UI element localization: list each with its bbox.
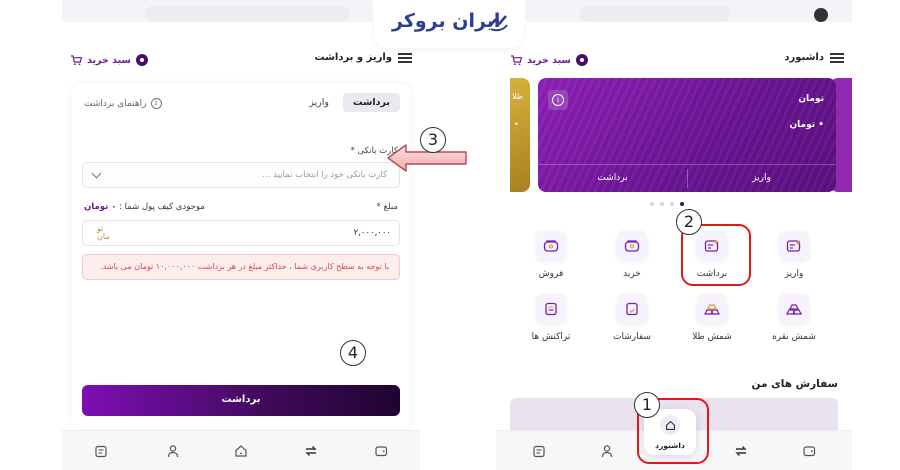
callout-step-4: 4 bbox=[340, 340, 366, 366]
cart-label: سبد خرید bbox=[87, 54, 131, 66]
grid-item-deposit[interactable]: واریز bbox=[769, 231, 819, 279]
amount-value: ۲,۰۰۰,۰۰۰ bbox=[353, 228, 391, 238]
withdraw-limit-alert: با توجه به سطح کاربری شما ، حداکثر مبلغ … bbox=[82, 254, 400, 280]
purchase-icon bbox=[617, 231, 647, 261]
wallet-balance-value: ۰ تومان bbox=[84, 202, 117, 212]
iranbroker-logo: ایران بروکر bbox=[374, 0, 524, 48]
card-withdraw-button[interactable]: برداشت bbox=[538, 173, 687, 183]
gold-wallet-card-peek[interactable]: طلا • bbox=[510, 78, 530, 192]
grid-label: شمش طلا bbox=[692, 332, 732, 342]
browser-profile-avatar[interactable] bbox=[814, 8, 828, 22]
hamburger-menu-icon[interactable] bbox=[398, 53, 412, 63]
callout-step-2: 2 bbox=[676, 209, 702, 235]
user-icon[interactable] bbox=[600, 444, 614, 458]
cart-count-badge bbox=[575, 54, 588, 66]
browser-address-bar-right bbox=[580, 6, 730, 22]
cart-count-badge bbox=[135, 54, 148, 66]
withdraw-screen: واریز و برداشت سبد خرید برداشت واریز i ر… bbox=[62, 22, 420, 470]
chevron-down-icon bbox=[91, 168, 102, 179]
orders-icon bbox=[617, 294, 647, 324]
wallet-balance: موجودی کیف پول شما : ۰ تومان bbox=[84, 202, 205, 212]
cart-label: سبد خرید bbox=[527, 54, 571, 66]
top-bar: واریز و برداشت سبد خرید bbox=[62, 44, 420, 74]
grid-label: فروش bbox=[538, 269, 564, 279]
browser-address-bar-left bbox=[145, 6, 350, 22]
grid-label: سفارشات bbox=[613, 332, 651, 342]
card-info-button[interactable]: i bbox=[548, 90, 568, 110]
tab-deposit[interactable]: واریز bbox=[299, 93, 339, 112]
calendar-icon[interactable] bbox=[532, 444, 546, 458]
transactions-icon bbox=[536, 294, 566, 324]
silver-bar-icon bbox=[779, 294, 809, 324]
grid-label: خرید bbox=[623, 269, 641, 279]
tab-withdraw[interactable]: برداشت bbox=[342, 93, 400, 112]
gold-bar-icon bbox=[697, 294, 727, 324]
toman-wallet-card: i تومان • تومان برداشت واریز bbox=[538, 78, 836, 192]
grid-label: تراکنش ها bbox=[531, 332, 571, 342]
sell-icon bbox=[536, 231, 566, 261]
wallet-icon[interactable] bbox=[374, 444, 388, 458]
card-balance: • تومان bbox=[789, 120, 824, 130]
withdraw-form-card: برداشت واریز i راهنمای برداشت کارت بانکی… bbox=[72, 84, 410, 429]
hamburger-menu-icon[interactable] bbox=[830, 53, 844, 63]
submit-label: برداشت bbox=[221, 394, 261, 405]
withdraw-submit-button[interactable]: برداشت bbox=[82, 385, 400, 416]
wallet-icon[interactable] bbox=[802, 444, 816, 458]
alert-text: با توجه به سطح کاربری شما ، حداکثر مبلغ … bbox=[100, 262, 389, 271]
deposit-withdraw-tabs: برداشت واریز bbox=[299, 93, 400, 112]
grid-label: واریز bbox=[784, 269, 804, 279]
wallet-in-icon bbox=[779, 231, 809, 261]
cart-button[interactable]: سبد خرید bbox=[70, 52, 148, 68]
bottom-navigation bbox=[62, 430, 420, 470]
callout-step-3: 3 bbox=[420, 127, 446, 153]
carousel-dot[interactable] bbox=[670, 202, 674, 206]
card-actions: برداشت واریز bbox=[538, 164, 836, 192]
calendar-icon[interactable] bbox=[94, 444, 108, 458]
cart-icon bbox=[71, 54, 82, 65]
user-icon[interactable] bbox=[166, 444, 180, 458]
callout-step-1: 1 bbox=[634, 392, 660, 418]
grid-item-gold-bar[interactable]: شمش طلا bbox=[687, 294, 737, 342]
grid-item-sell[interactable]: فروش bbox=[526, 231, 576, 279]
amount-label: مبلغ * bbox=[376, 202, 398, 212]
exchange-arrows-icon[interactable] bbox=[734, 444, 748, 458]
card-deposit-button[interactable]: واریز bbox=[687, 173, 836, 183]
info-icon: i bbox=[552, 94, 564, 106]
carousel-dot[interactable] bbox=[650, 202, 654, 206]
chart-trend-logo-icon bbox=[489, 15, 508, 32]
home-icon[interactable] bbox=[234, 444, 248, 458]
carousel-indicator bbox=[650, 202, 684, 206]
my-orders-title: سفارش های من bbox=[751, 378, 838, 390]
logo-text: ایران بروکر bbox=[392, 10, 501, 32]
amount-input[interactable]: ۲,۰۰۰,۰۰۰ تو مان bbox=[82, 220, 400, 246]
wallet-balance-label: موجودی کیف پول شما : bbox=[119, 202, 205, 212]
page-title: داشبورد bbox=[784, 52, 824, 63]
gold-card-bullet: • bbox=[514, 120, 519, 129]
grid-item-buy[interactable]: خرید bbox=[607, 231, 657, 279]
top-bar: داشبورد سبد خرید bbox=[496, 44, 852, 74]
exchange-arrows-icon[interactable] bbox=[304, 444, 318, 458]
cart-icon bbox=[511, 54, 522, 65]
grid-label: شمش نقره bbox=[772, 332, 816, 342]
carousel-dot[interactable] bbox=[660, 202, 664, 206]
guide-label: راهنمای برداشت bbox=[84, 98, 147, 109]
bank-card-placeholder: کارت بانکی خود را انتخاب نمایید ... bbox=[262, 170, 387, 180]
grid-item-transactions[interactable]: تراکنش ها bbox=[526, 294, 576, 342]
page-title: واریز و برداشت bbox=[314, 52, 392, 63]
cart-button[interactable]: سبد خرید bbox=[510, 52, 588, 68]
bank-card-select[interactable]: کارت بانکی خود را انتخاب نمایید ... bbox=[82, 162, 400, 188]
info-icon: i bbox=[150, 98, 162, 109]
grid-item-silver-bar[interactable]: شمش نقره bbox=[769, 294, 819, 342]
toman-currency-icon: تو مان bbox=[97, 224, 110, 241]
carousel-dot-active[interactable] bbox=[680, 202, 684, 206]
card-title: تومان bbox=[798, 94, 824, 104]
withdraw-guide-link[interactable]: i راهنمای برداشت bbox=[84, 98, 162, 109]
gold-card-edge-text: طلا bbox=[512, 92, 524, 101]
grid-item-orders[interactable]: سفارشات bbox=[607, 294, 657, 342]
